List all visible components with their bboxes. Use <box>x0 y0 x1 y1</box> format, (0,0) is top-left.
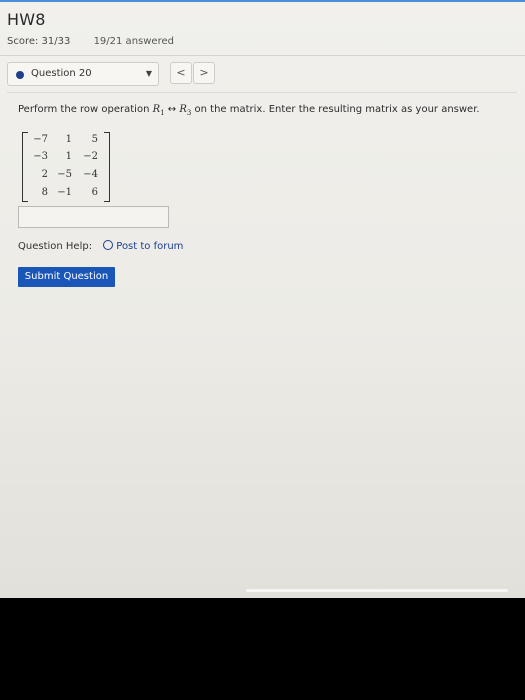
header-divider <box>0 55 525 56</box>
matrix-cell: −7 <box>33 134 48 145</box>
top-accent-rule <box>0 0 525 2</box>
matrix-cell: −4 <box>83 169 98 180</box>
matrix-cell: −1 <box>57 187 72 198</box>
caret-down-icon: ▼ <box>145 69 152 78</box>
score-text: Score: 31/33 <box>7 36 71 47</box>
page: HW8 Score: 31/33 19/21 answered Question… <box>0 0 525 598</box>
matrix-cell: −2 <box>83 151 98 162</box>
next-question-button[interactable]: > <box>193 62 215 84</box>
question-help-row: Question Help: Post to forum <box>18 240 183 252</box>
matrix-cell: 1 <box>65 151 72 162</box>
assignment-title: HW8 <box>7 10 46 29</box>
home-indicator <box>246 589 508 592</box>
matrix-cell: 6 <box>91 187 98 198</box>
question-selector-label: Question 20 <box>31 68 92 79</box>
speech-bubble-icon <box>103 240 114 250</box>
answered-count: 19/21 answered <box>93 36 174 47</box>
answer-input[interactable] <box>18 206 169 228</box>
prev-question-button[interactable]: < <box>170 62 192 84</box>
question-help-label: Question Help: <box>18 241 93 252</box>
submit-question-button[interactable]: Submit Question <box>18 267 115 287</box>
matrix-cell: −3 <box>33 151 48 162</box>
matrix: −7 1 5 −3 1 −2 2 −5 −4 8 −1 6 <box>22 132 110 202</box>
score-row: Score: 31/33 19/21 answered <box>7 36 174 47</box>
matrix-right-bracket <box>104 132 110 202</box>
question-prompt: Perform the row operation R1 ↔ R3 on the… <box>18 104 480 117</box>
content-divider <box>7 92 517 93</box>
matrix-cell: −5 <box>57 169 72 180</box>
post-to-forum-link[interactable]: Post to forum <box>103 240 183 252</box>
question-selector[interactable]: Question 20 ▼ <box>7 62 159 86</box>
matrix-cell: 2 <box>41 169 48 180</box>
status-dot-icon <box>16 71 24 79</box>
matrix-cell: 8 <box>41 187 48 198</box>
matrix-cell: 5 <box>91 134 98 145</box>
matrix-cell: 1 <box>65 134 72 145</box>
